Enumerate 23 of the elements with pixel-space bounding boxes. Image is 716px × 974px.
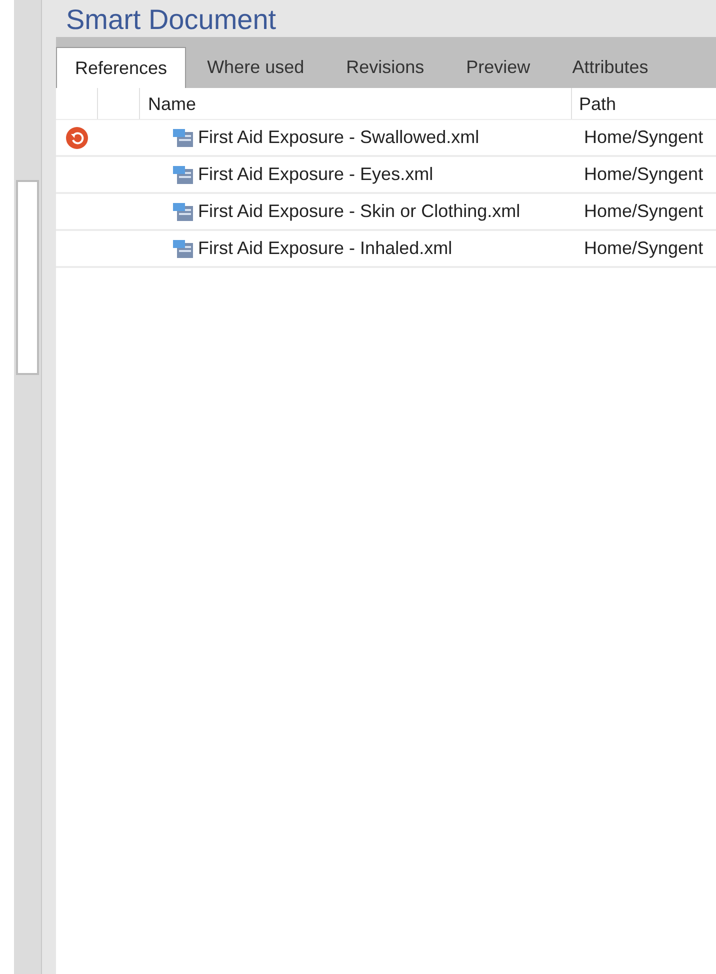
file-path: Home/Syngent: [583, 200, 704, 223]
document-icon: [172, 238, 194, 258]
column-header[interactable]: Path: [572, 88, 716, 119]
tab[interactable]: Revisions: [325, 47, 446, 88]
tab[interactable]: Preview: [445, 47, 552, 88]
scrollbar[interactable]: [14, 0, 42, 974]
document-icon: [172, 202, 194, 222]
splitter[interactable]: [42, 0, 56, 974]
file-name: First Aid Exposure - Swallowed.xml: [198, 126, 480, 149]
document-title: Smart Document: [66, 3, 276, 37]
document-icon: [172, 128, 194, 148]
tab[interactable]: Where used: [186, 47, 326, 88]
tab[interactable]: Attributes: [551, 47, 670, 88]
file-path: Home/Syngent: [583, 163, 704, 186]
tab[interactable]: References: [56, 47, 186, 88]
document-icon: [172, 164, 194, 184]
file-name: First Aid Exposure - Inhaled.xml: [198, 237, 452, 260]
file-name: First Aid Exposure - Skin or Clothing.xml: [198, 200, 520, 223]
file-name: First Aid Exposure - Eyes.xml: [198, 163, 434, 186]
column-header[interactable]: Name: [140, 88, 572, 119]
file-path: Home/Syngent: [583, 237, 704, 260]
scrollbar-thumb[interactable]: [16, 180, 39, 375]
file-path: Home/Syngent: [583, 126, 704, 149]
